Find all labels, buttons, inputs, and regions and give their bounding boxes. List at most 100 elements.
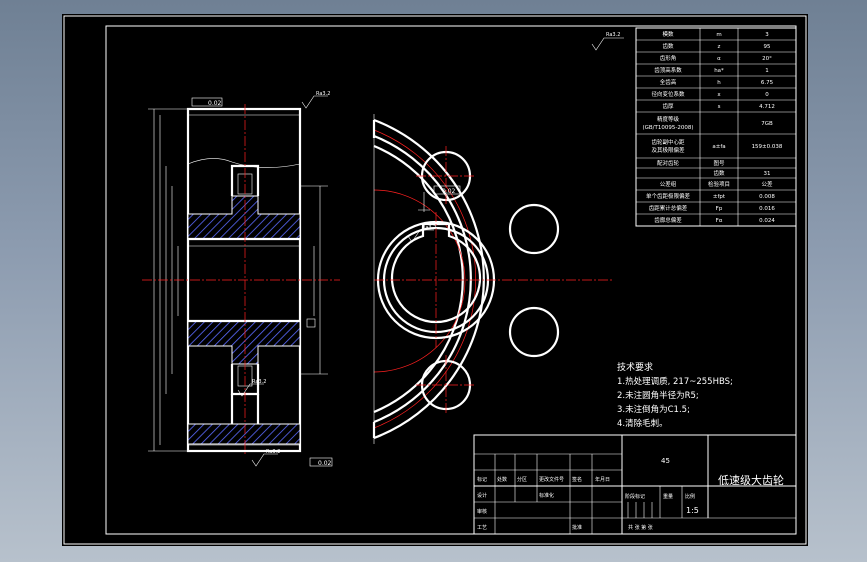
svg-text:设计: 设计	[477, 492, 487, 499]
title-block[interactable]: 45 低速级大齿轮 1:5 标记 处数 分区 更改文件号 签名 年月日 设计 标…	[473, 434, 797, 535]
param-value: 31	[764, 171, 771, 177]
svg-text:分区: 分区	[517, 476, 527, 483]
technical-requirements: 技术要求 1.热处理调质, 217~255HBS; 2.未注圆角半径为R5; 3…	[617, 361, 733, 429]
param-row: 径向变位系数 x 0	[636, 87, 796, 100]
param-symbol: Fp	[716, 206, 723, 212]
svg-text:重量: 重量	[663, 493, 673, 500]
param-value: 4.712	[759, 104, 775, 110]
svg-text:Ra3.2: Ra3.2	[422, 225, 436, 231]
param-name: 配对齿轮	[657, 159, 680, 167]
roughness-symbol-1	[301, 95, 328, 109]
param-row: 齿厚 s 4.712	[636, 99, 796, 112]
param-name: 齿厚	[662, 103, 674, 110]
param-value: 0	[765, 92, 769, 98]
svg-text:阶段标记: 阶段标记	[625, 493, 645, 500]
param-symbol: s	[718, 104, 721, 110]
section-view[interactable]: 0.02 0.02 Ra3.2 Ra3.2 Ra3.2	[142, 91, 340, 467]
param-value: 159±0.038	[752, 144, 783, 150]
material-label: 45	[661, 457, 670, 465]
param-row: 齿距累计总偏差 Fp 0.016	[636, 201, 796, 214]
svg-text:处数: 处数	[497, 476, 507, 483]
param-symbol: x	[717, 92, 721, 98]
param-row: 齿廓总偏差 Fα 0.024	[636, 213, 796, 226]
svg-text:共 张 第 张: 共 张 第 张	[628, 524, 653, 531]
tech-req-item-4: 4.清除毛刺。	[617, 418, 668, 429]
param-name: 精度等级	[657, 115, 680, 123]
param-symbol: α	[717, 56, 721, 62]
svg-text:标准化: 标准化	[539, 492, 554, 499]
param-name: 公差组	[660, 180, 677, 188]
param-symbol: Fα	[716, 218, 723, 224]
param-symbol: z	[718, 44, 721, 50]
cad-application: 0.02 0.02 Ra3.2 Ra3.2 Ra3.2 0.02 Ra3.2 R…	[0, 0, 867, 562]
param-row: 齿数 z 95	[636, 39, 796, 52]
gear-drawing-svg: 0.02 0.02 Ra3.2 Ra3.2 Ra3.2 0.02 Ra3.2 R…	[63, 15, 807, 545]
svg-text:更改文件号: 更改文件号	[539, 476, 564, 483]
param-name: 径向变位系数	[651, 90, 685, 98]
param-value: 6.75	[761, 80, 774, 86]
drawing-scale: 1:5	[686, 506, 699, 515]
svg-text:标记: 标记	[477, 476, 487, 483]
tech-req-heading: 技术要求	[617, 361, 653, 373]
tech-req-item-1: 1.热处理调质, 217~255HBS;	[617, 376, 733, 387]
param-symbol: 检验项目	[708, 180, 730, 188]
svg-text:0.02: 0.02	[442, 188, 456, 195]
svg-text:Ra3.2: Ra3.2	[266, 449, 280, 455]
param-row: 公差组 检验项目 公差	[636, 177, 796, 190]
param-value: 1	[765, 68, 769, 74]
param-row: 齿数 31	[636, 167, 796, 178]
param-symbol: ±fpt	[713, 194, 726, 200]
param-name: (GB/T10095-2008)	[642, 125, 693, 131]
svg-text:批准: 批准	[572, 524, 582, 531]
drawing-canvas[interactable]: 0.02 0.02 Ra3.2 Ra3.2 Ra3.2 0.02 Ra3.2 R…	[62, 14, 808, 546]
front-view[interactable]: 0.02 Ra3.2 Ra3.2	[372, 32, 624, 444]
svg-text:Ra3.2: Ra3.2	[316, 91, 330, 97]
svg-text:年月日: 年月日	[595, 476, 610, 483]
param-row: 齿顶高系数 ha* 1	[636, 63, 796, 76]
gear-pitch-arc	[373, 129, 476, 429]
param-name: 齿顶高系数	[654, 66, 682, 74]
param-value: 95	[764, 44, 771, 50]
param-name: 及其极限偏差	[651, 146, 685, 154]
upper-web-hatch	[187, 195, 301, 240]
param-symbol: h	[717, 80, 721, 86]
drawing-title: 低速级大齿轮	[718, 473, 784, 487]
param-name: 单个齿距极限偏差	[646, 192, 691, 200]
param-symbol: m	[716, 32, 721, 38]
param-value: 3	[765, 32, 769, 38]
svg-text:签名: 签名	[572, 476, 582, 483]
param-value: 0.008	[759, 194, 775, 200]
lightening-hole-3	[508, 306, 560, 358]
param-name: 全齿高	[660, 78, 677, 86]
svg-text:Ra3.2: Ra3.2	[606, 32, 620, 38]
lower-web-hatch	[187, 320, 301, 365]
param-row: 齿形角 α 20°	[636, 51, 796, 64]
param-name: 齿形角	[660, 54, 677, 62]
tech-req-item-3: 3.未注倒角为C1.5;	[617, 404, 690, 415]
tech-req-item-2: 2.未注圆角半径为R5;	[617, 390, 699, 401]
param-row: 单个齿距极限偏差 ±fpt 0.008	[636, 189, 796, 202]
param-value: 7GB	[761, 121, 773, 127]
tolerance-value-top: 0.02	[208, 100, 222, 107]
param-symbol: ha*	[714, 68, 724, 74]
gear-parameters-table[interactable]: 模数 m 3 齿数 z 95 齿形角 α 20° 齿顶高系数 ha* 1 全齿高 h 6.75 径向变位系数 x…	[635, 27, 797, 227]
param-symbol: 齿数	[713, 169, 725, 177]
tolerance-value-bottom: 0.02	[318, 460, 332, 467]
param-row: 齿轮副中心距及其极限偏差 a±fa 159±0.038	[636, 133, 796, 158]
param-row: 配对齿轮 图号	[636, 157, 796, 168]
param-name: 齿数	[662, 42, 674, 50]
param-row: 精度等级 (GB/T10095-2008) 7GB	[636, 111, 796, 134]
param-name: 齿廓总偏差	[654, 216, 682, 224]
param-value: 20°	[762, 56, 772, 62]
param-name: 齿距累计总偏差	[649, 204, 688, 212]
svg-text:比例: 比例	[685, 493, 695, 500]
lightening-hole-2	[508, 203, 560, 255]
svg-text:工艺: 工艺	[477, 525, 487, 531]
param-row: 全齿高 h 6.75	[636, 75, 796, 88]
param-symbol: a±fa	[712, 144, 725, 150]
general-roughness-symbol	[591, 37, 624, 51]
param-value: 0.016	[759, 206, 775, 212]
param-name: 模数	[662, 30, 674, 38]
param-name: 齿轮副中心距	[651, 138, 685, 146]
svg-text:Ra3.2: Ra3.2	[252, 379, 266, 385]
